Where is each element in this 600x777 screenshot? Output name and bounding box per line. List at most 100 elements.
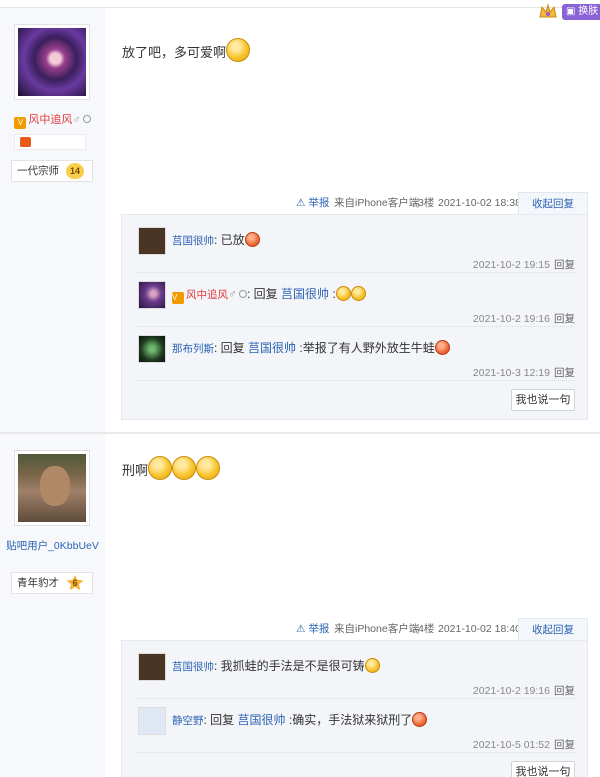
reply-timestamp: 2021-10-2 19:15: [472, 259, 550, 271]
post-floor-4: 贴吧用户_0KbbUeV 青年豹才 6 刑啊 ⚠ 举报 来自iPhone客户端 …: [0, 434, 600, 777]
add-comment-button[interactable]: 我也说一句: [511, 389, 575, 411]
collapse-replies-button[interactable]: 收起回复: [518, 192, 588, 214]
post-date: 2021-10-02 18:38: [438, 197, 521, 209]
reply-mention[interactable]: 莒国很帅: [238, 713, 286, 727]
reply-list: 莒国很帅: 我抓蛙的手法是不是很可铸 2021-10-2 19:16 回复 静空野…: [121, 640, 588, 777]
reply-avatar[interactable]: [138, 707, 166, 735]
grin-emoji-icon: [196, 456, 221, 480]
reply-button[interactable]: 回复: [554, 313, 575, 325]
smile-emoji-icon: [226, 38, 251, 62]
level-badge-box[interactable]: 青年豹才 6: [11, 572, 93, 594]
reply-text: 那布列斯: 回复 莒国很帅 :举报了有人野外放生牛蛙: [172, 339, 450, 356]
report-label: 举报: [308, 197, 330, 209]
reply-author[interactable]: 莒国很帅: [172, 235, 214, 247]
reply-timestamp: 2021-10-5 01:52: [472, 739, 550, 751]
post-author-sidebar: 贴吧用户_0KbbUeV 青年豹才 6: [0, 434, 105, 777]
game-medal-icon: [20, 137, 31, 147]
level-title: 青年豹才: [17, 577, 59, 589]
reply-author[interactable]: 莒国很帅: [172, 661, 214, 673]
emoji-icon: [364, 658, 380, 673]
author-name-row: V 风中追风♂: [0, 111, 105, 129]
post-floor-3: V 风中追风♂ 一代宗师 14 放了吧，多可爱啊 ⚠ 举报 来自iPhone客户端…: [0, 8, 600, 432]
reply-timestamp: 2021-10-3 12:19: [472, 367, 550, 379]
reply-time: 2021-10-2 19:16 回复: [473, 683, 575, 698]
reply-item: 那布列斯: 回复 莒国很帅 :举报了有人野外放生牛蛙 2021-10-3 12:…: [134, 335, 575, 381]
reply-list: 莒国很帅: 已放 2021-10-2 19:15 回复 V 风中追风♂: 回复 莒国…: [121, 214, 588, 420]
report-label: 举报: [308, 623, 330, 635]
avatar[interactable]: [14, 24, 90, 100]
vip-icon: V: [172, 292, 184, 304]
gender-icon: ♂: [228, 287, 237, 301]
grin-emoji-icon: [148, 456, 173, 480]
level-number: 14: [66, 163, 84, 179]
reply-avatar[interactable]: [138, 335, 166, 363]
post-text: 放了吧，多可爱啊: [122, 45, 227, 60]
reply-body: : 回复: [247, 287, 282, 301]
post-meta-bar: ⚠ 举报 来自iPhone客户端 3楼 2021-10-02 18:38 收起回…: [292, 192, 588, 214]
avatar-image: [18, 454, 86, 522]
grin-emoji-icon: [172, 456, 197, 480]
post-author-sidebar: V 风中追风♂ 一代宗师 14: [0, 8, 105, 432]
post-content: 放了吧，多可爱啊: [122, 38, 251, 62]
add-comment-button[interactable]: 我也说一句: [511, 761, 575, 777]
reply-text: 莒国很帅: 我抓蛙的手法是不是很可铸: [172, 657, 380, 674]
medal-bar: [14, 134, 86, 150]
post-meta-bar: ⚠ 举报 来自iPhone客户端 4楼 2021-10-02 18:40 收起回…: [292, 618, 588, 640]
report-link[interactable]: ⚠ 举报: [296, 618, 329, 640]
reply-body-end: :举报了有人野外放生牛蛙: [296, 341, 435, 355]
reply-mention[interactable]: 莒国很帅: [281, 287, 329, 301]
vip-icon: V: [14, 117, 27, 129]
reply-author[interactable]: 风中追风: [186, 289, 228, 301]
status-icon: [82, 115, 91, 123]
post-source: 来自iPhone客户端: [334, 197, 420, 209]
reply-avatar[interactable]: [138, 227, 166, 255]
reply-button[interactable]: 回复: [554, 685, 575, 697]
reply-timestamp: 2021-10-2 19:16: [472, 313, 550, 325]
reply-timestamp: 2021-10-2 19:16: [472, 685, 550, 697]
author-name[interactable]: 风中追风: [28, 114, 72, 126]
reply-time: 2021-10-2 19:16 回复: [473, 311, 575, 326]
avatar-image: [18, 28, 86, 96]
report-link[interactable]: ⚠ 举报: [296, 192, 329, 214]
level-number: 6: [66, 575, 84, 591]
reply-button[interactable]: 回复: [554, 367, 575, 379]
reply-body: : 我抓蛙的手法是不是很可铸: [214, 659, 365, 673]
post-date: 2021-10-02 18:40: [438, 623, 521, 635]
emoji-icon: [335, 286, 351, 301]
reply-avatar[interactable]: [138, 653, 166, 681]
avatar[interactable]: [14, 450, 90, 526]
reply-button[interactable]: 回复: [554, 259, 575, 271]
post-content: 刑啊: [122, 456, 221, 480]
level-badge-box[interactable]: 一代宗师 14: [11, 160, 93, 182]
reply-mention[interactable]: 莒国很帅: [248, 341, 296, 355]
author-name[interactable]: 贴吧用户_0KbbUeV: [6, 540, 99, 552]
emoji-icon: [244, 232, 260, 247]
reply-text: 莒国很帅: 已放: [172, 231, 260, 248]
reply-avatar[interactable]: [138, 281, 166, 309]
reply-time: 2021-10-5 01:52 回复: [473, 737, 575, 752]
post-floor: 4楼: [418, 623, 435, 635]
reply-item: V 风中追风♂ : 回复 莒国很帅 : 2021-10-2 19:16 回复: [134, 281, 575, 327]
reply-body-end: :确实，手法狱来狱刑了: [285, 713, 413, 727]
reply-button[interactable]: 回复: [554, 739, 575, 751]
reply-time: 2021-10-2 19:15 回复: [473, 257, 575, 272]
reply-item: 静空野: 回复 莒国很帅 :确实，手法狱来狱刑了 2021-10-5 01:52…: [134, 707, 575, 753]
post-text: 刑啊: [122, 463, 149, 478]
author-name-row: 贴吧用户_0KbbUeV: [0, 538, 105, 553]
post-floor: 3楼: [418, 197, 435, 209]
reply-time: 2021-10-3 12:19 回复: [473, 365, 575, 380]
collapse-replies-button[interactable]: 收起回复: [518, 618, 588, 640]
reply-author[interactable]: 那布列斯: [172, 343, 214, 355]
reply-author[interactable]: 静空野: [172, 715, 204, 727]
emoji-icon: [350, 286, 366, 301]
emoji-icon: [412, 712, 428, 727]
reply-body: : 已放: [214, 233, 245, 247]
reply-body: : 回复: [214, 341, 249, 355]
post-source: 来自iPhone客户端: [334, 623, 420, 635]
reply-item: 莒国很帅: 我抓蛙的手法是不是很可铸 2021-10-2 19:16 回复: [134, 653, 575, 699]
emoji-icon: [434, 340, 450, 355]
reply-text: 静空野: 回复 莒国很帅 :确实，手法狱来狱刑了: [172, 711, 428, 728]
status-icon: [239, 290, 247, 298]
reply-body: : 回复: [203, 713, 238, 727]
reply-body-end: :: [329, 287, 336, 301]
